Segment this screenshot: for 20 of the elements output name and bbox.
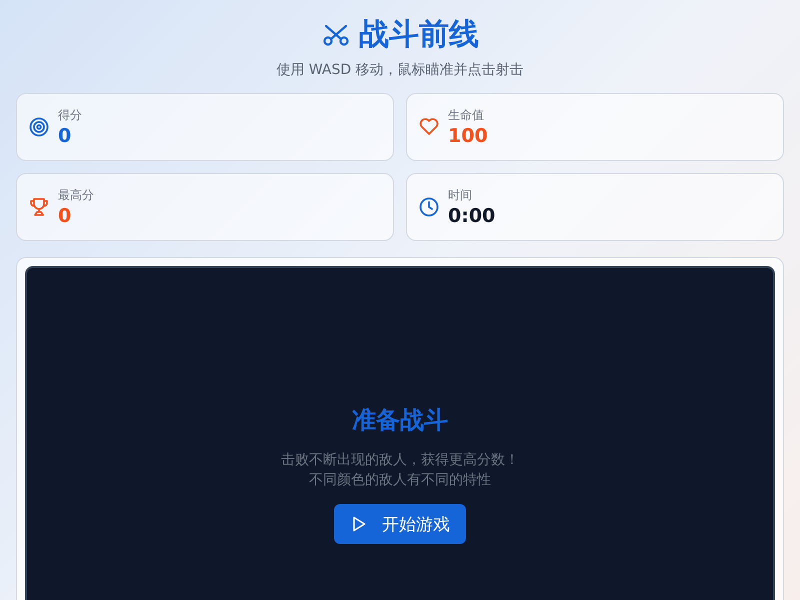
stat-label: 时间 <box>448 187 473 204</box>
target-icon <box>29 117 49 137</box>
instructions-text: 使用 WASD 移动，鼠标瞄准并点击射击 <box>276 61 524 79</box>
stat-value: 0 <box>58 205 72 227</box>
stat-value: 0:00 <box>448 205 496 227</box>
stat-label: 生命值 <box>448 107 485 124</box>
heart-icon <box>419 118 439 136</box>
stat-label: 最高分 <box>58 187 94 204</box>
play-icon <box>352 516 366 532</box>
stat-value: 100 <box>448 125 488 147</box>
start-game-button[interactable]: 开始游戏 <box>334 504 466 544</box>
description-text: 不同颜色的敌人有不同的特性 <box>309 471 491 490</box>
scissors-icon <box>321 22 351 46</box>
description-text: 击败不断出现的敌人，获得更高分数！ <box>281 451 519 470</box>
clock-icon <box>419 197 439 217</box>
ready-title: 准备战斗 <box>352 405 448 436</box>
trophy-icon <box>29 197 49 217</box>
page-title: 战斗前线 <box>359 16 479 54</box>
stat-label: 得分 <box>58 107 82 124</box>
stat-value: 0 <box>58 125 72 147</box>
